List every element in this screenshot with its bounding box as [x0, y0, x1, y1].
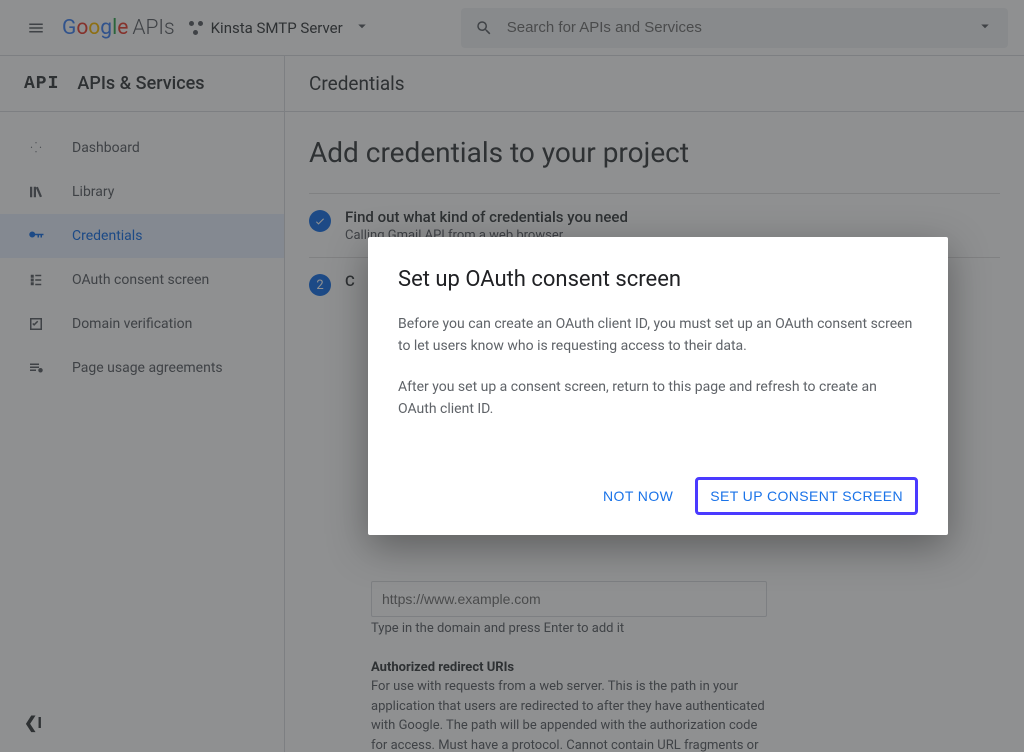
dialog-body-2: After you set up a consent screen, retur…: [398, 377, 918, 420]
dialog-body-1: Before you can create an OAuth client ID…: [398, 314, 918, 357]
oauth-consent-dialog: Set up OAuth consent screen Before you c…: [368, 237, 948, 535]
dialog-actions: Not Now Set Up Consent Screen: [398, 477, 918, 515]
not-now-button[interactable]: Not Now: [589, 478, 687, 514]
setup-consent-screen-button[interactable]: Set Up Consent Screen: [695, 477, 918, 515]
dialog-title: Set up OAuth consent screen: [398, 267, 918, 292]
